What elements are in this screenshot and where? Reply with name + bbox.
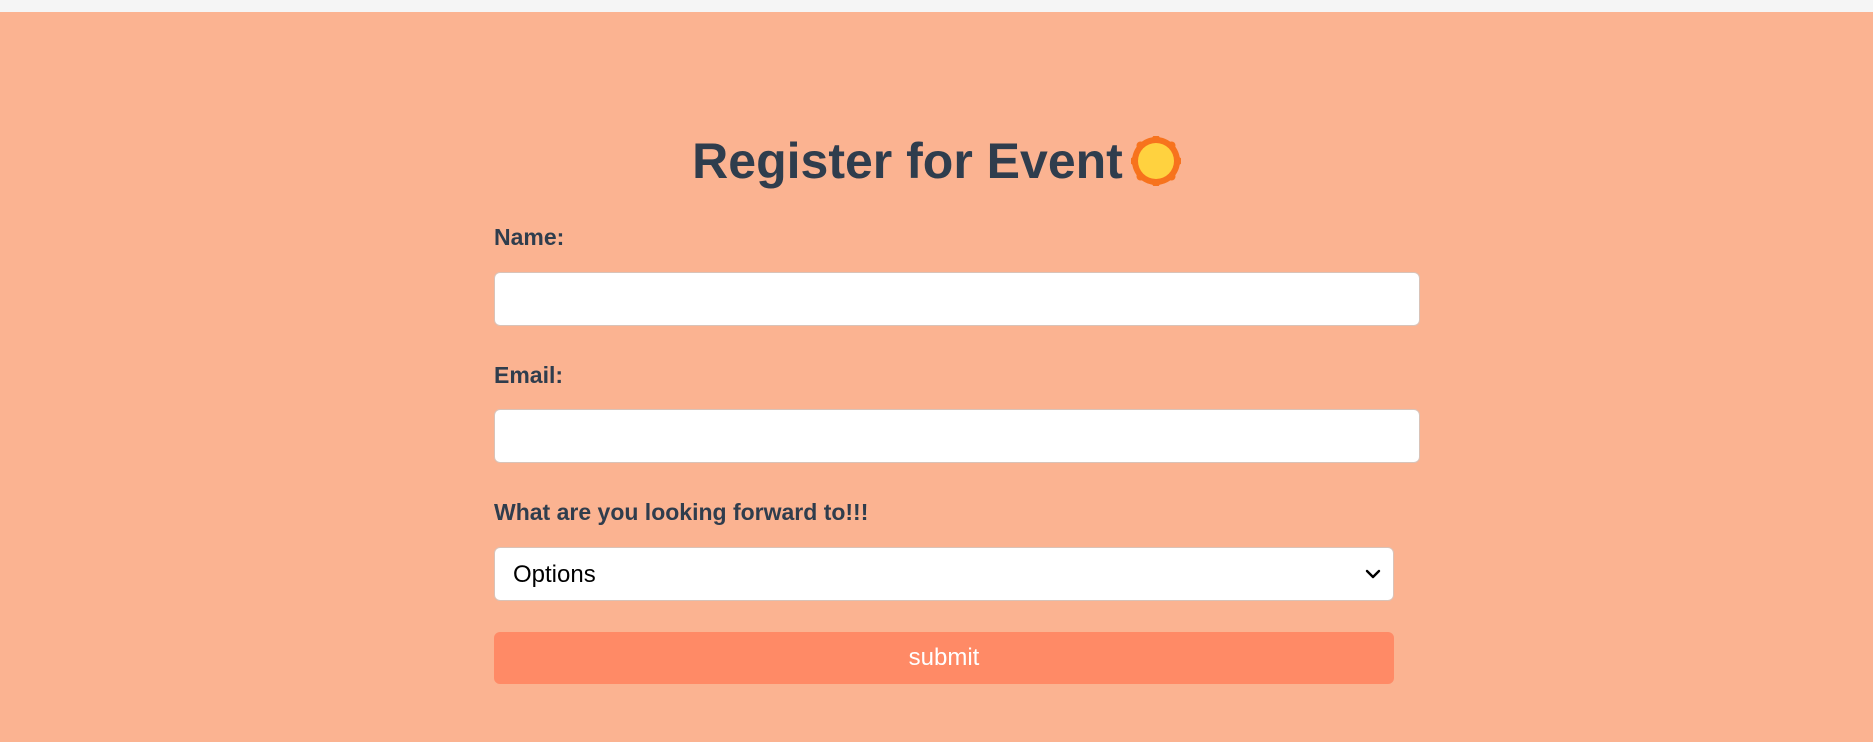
email-label: Email:: [494, 362, 564, 388]
chevron-down-icon: [1363, 564, 1383, 584]
interest-select[interactable]: Options: [494, 547, 1394, 601]
name-label: Name:: [494, 224, 565, 250]
sun-icon: [1129, 135, 1182, 187]
registration-page: Register for Event Name: Email: What are…: [0, 12, 1873, 742]
submit-button[interactable]: submit: [494, 632, 1394, 684]
page-title: Register for Event: [692, 133, 1123, 189]
interest-select-value: Options: [513, 561, 596, 588]
interest-label: What are you looking forward to!!!: [494, 499, 869, 525]
title-row: Register for Event: [0, 132, 1873, 190]
name-field[interactable]: [494, 272, 1420, 326]
email-field[interactable]: [494, 409, 1420, 463]
